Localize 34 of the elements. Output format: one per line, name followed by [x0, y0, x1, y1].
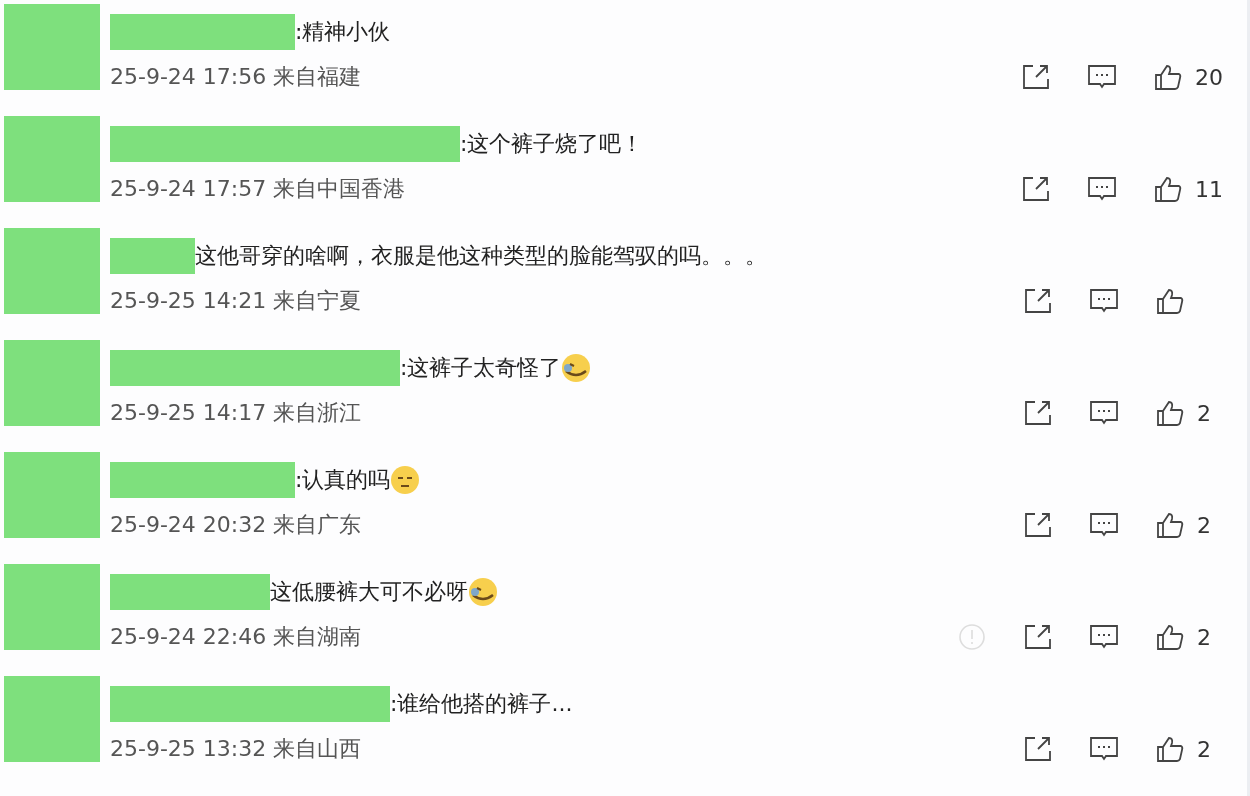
thumbs-up-icon[interactable]: [1155, 622, 1185, 652]
share-icon[interactable]: [1023, 286, 1053, 316]
comment-text: :这个裤子烧了吧！: [460, 130, 644, 158]
thumbs-up-icon[interactable]: [1155, 286, 1185, 316]
share-icon[interactable]: [1023, 734, 1053, 764]
comment-text: :这裤子太奇怪了: [400, 354, 562, 382]
comment-meta: 25-9-24 22:46 来自湖南: [110, 623, 363, 651]
share-icon[interactable]: [1023, 622, 1053, 652]
comment-text: 这低腰裤大可不必呀: [270, 578, 468, 606]
thumbs-up-icon[interactable]: [1155, 510, 1185, 540]
comment-text: :精神小伙: [295, 18, 391, 46]
like-count: 2: [1197, 400, 1212, 426]
like-count: 20: [1195, 64, 1223, 90]
share-icon[interactable]: [1023, 398, 1053, 428]
thumbs-up-icon[interactable]: [1155, 398, 1185, 428]
comment-meta: 25-9-24 17:56 来自福建: [110, 63, 363, 91]
like-count: 2: [1197, 624, 1212, 650]
comment-meta: 25-9-24 20:32 来自广东: [110, 511, 363, 539]
share-icon[interactable]: [1023, 510, 1053, 540]
thumbs-up-icon[interactable]: [1153, 174, 1183, 204]
thumbs-up-icon[interactable]: [1153, 62, 1183, 92]
thumbs-up-icon[interactable]: [1155, 734, 1185, 764]
comment-meta: 25-9-25 14:17 来自浙江: [110, 399, 363, 427]
comment-meta: 25-9-25 13:32 来自山西: [110, 735, 363, 763]
comment-text: 这他哥穿的啥啊，衣服是他这种类型的脸能驾驭的吗。。。: [195, 242, 767, 270]
comment-meta: 25-9-24 17:57 来自中国香港: [110, 175, 407, 203]
share-icon[interactable]: [1021, 174, 1051, 204]
like-count: 11: [1195, 176, 1223, 202]
share-icon[interactable]: [1021, 62, 1051, 92]
like-count: 2: [1197, 512, 1212, 538]
comment-text: :谁给他搭的裤子...: [390, 690, 573, 718]
comment-meta: 25-9-25 14:21 来自宁夏: [110, 287, 363, 315]
comment-text: :认真的吗: [295, 466, 391, 494]
like-count: 2: [1197, 736, 1212, 762]
